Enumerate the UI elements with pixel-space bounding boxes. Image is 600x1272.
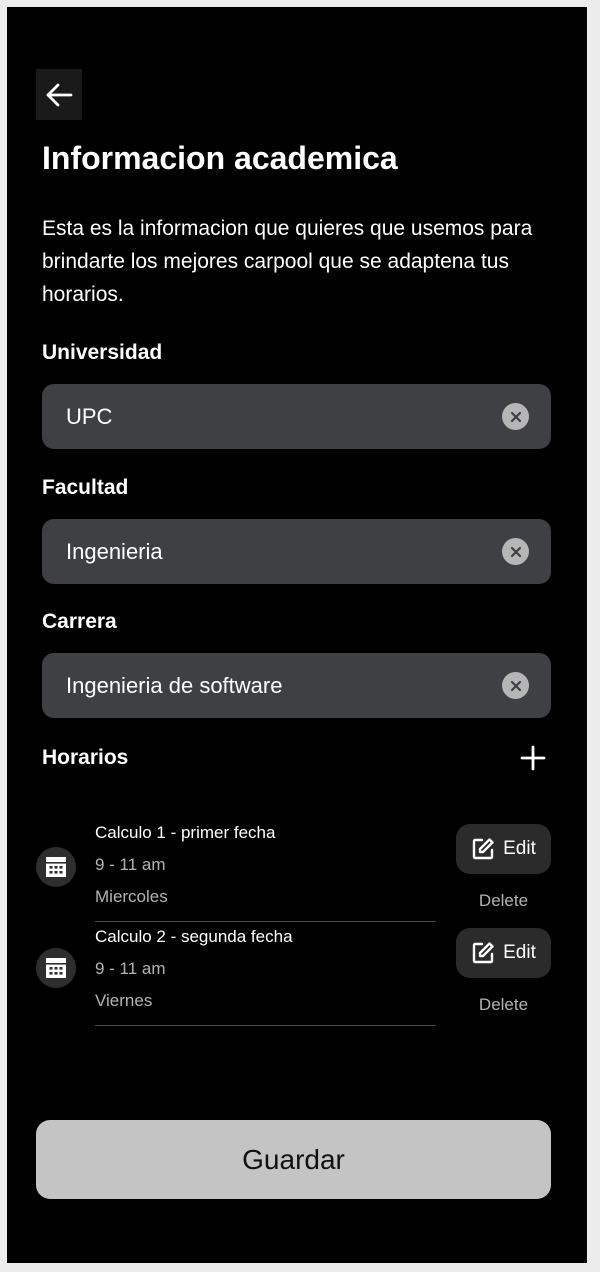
edit-label: Edit bbox=[503, 942, 536, 963]
schedule-day: Viernes bbox=[95, 991, 153, 1010]
schedule-time: 9 - 11 am bbox=[95, 959, 166, 978]
career-label: Carrera bbox=[42, 610, 117, 633]
schedule-title: Calculo 2 - segunda fecha bbox=[95, 927, 293, 946]
clear-university-button[interactable] bbox=[502, 403, 529, 430]
university-value: UPC bbox=[66, 403, 113, 429]
faculty-field[interactable]: Ingenieria bbox=[42, 519, 551, 584]
calendar-icon bbox=[36, 948, 76, 988]
schedule-time: 9 - 11 am bbox=[95, 855, 166, 874]
clear-faculty-button[interactable] bbox=[502, 538, 529, 565]
clear-icon bbox=[510, 411, 522, 423]
faculty-label: Facultad bbox=[42, 476, 129, 499]
edit-label: Edit bbox=[503, 838, 536, 859]
calendar-icon bbox=[36, 847, 76, 887]
clear-icon bbox=[510, 680, 522, 692]
faculty-value: Ingenieria bbox=[66, 538, 163, 564]
university-label: Universidad bbox=[42, 341, 163, 364]
career-value: Ingenieria de software bbox=[66, 672, 283, 698]
page-description: Esta es la informacion que quieres que u… bbox=[42, 217, 533, 306]
plus-icon bbox=[520, 745, 546, 771]
back-button[interactable] bbox=[36, 69, 82, 120]
schedule-item: Calculo 2 - segunda fecha 9 - 11 am Vier… bbox=[36, 926, 556, 1026]
clear-career-button[interactable] bbox=[502, 672, 529, 699]
app-screen: Informacion academica Esta es la informa… bbox=[7, 7, 587, 1263]
edit-schedule-button[interactable]: Edit bbox=[456, 824, 551, 874]
edit-icon bbox=[471, 837, 495, 861]
schedule-info: Calculo 2 - segunda fecha 9 - 11 am Vier… bbox=[95, 926, 436, 1026]
schedules-title: Horarios bbox=[42, 746, 129, 769]
save-button[interactable]: Guardar bbox=[36, 1120, 551, 1199]
schedule-info: Calculo 1 - primer fecha 9 - 11 am Mierc… bbox=[95, 822, 436, 922]
schedule-day: Miercoles bbox=[95, 887, 168, 906]
schedule-item: Calculo 1 - primer fecha 9 - 11 am Mierc… bbox=[36, 822, 556, 922]
delete-schedule-button[interactable]: Delete bbox=[456, 890, 551, 912]
edit-icon bbox=[471, 941, 495, 965]
page-title: Informacion academica bbox=[42, 140, 398, 176]
delete-schedule-button[interactable]: Delete bbox=[456, 994, 551, 1016]
add-schedule-button[interactable] bbox=[518, 743, 548, 773]
edit-schedule-button[interactable]: Edit bbox=[456, 928, 551, 978]
arrow-left-icon bbox=[45, 83, 73, 107]
university-field[interactable]: UPC bbox=[42, 384, 551, 449]
career-field[interactable]: Ingenieria de software bbox=[42, 653, 551, 718]
schedule-title: Calculo 1 - primer fecha bbox=[95, 823, 276, 842]
clear-icon bbox=[510, 546, 522, 558]
